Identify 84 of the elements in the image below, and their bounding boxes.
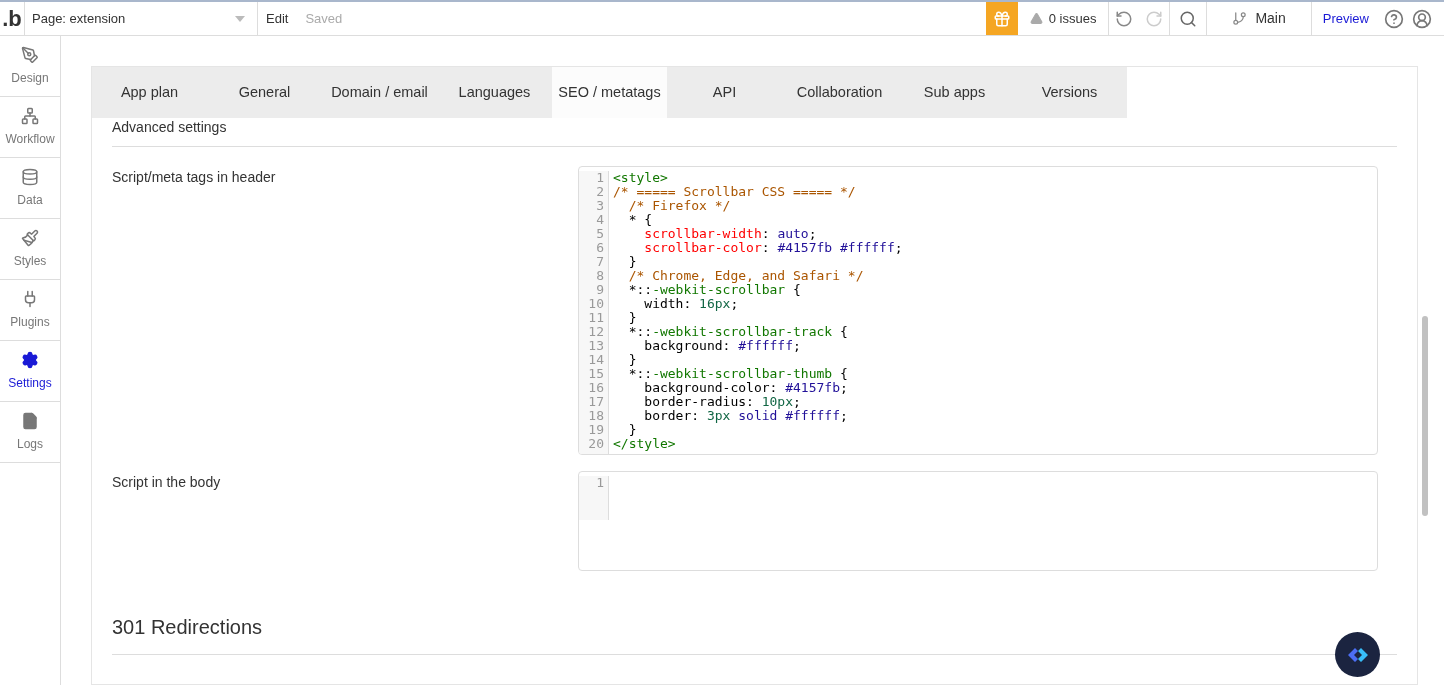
undo-icon bbox=[1115, 9, 1134, 28]
line-number: 9 bbox=[595, 283, 605, 297]
app-logo[interactable]: .b bbox=[0, 2, 24, 35]
line-number: 18 bbox=[587, 409, 605, 423]
code-line: border-radius: 10px; bbox=[643, 394, 801, 409]
preview-link[interactable]: Preview bbox=[1311, 8, 1380, 29]
code-editor[interactable] bbox=[578, 166, 1378, 455]
line-number: 15 bbox=[587, 367, 605, 381]
code-line: *::-webkit-scrollbar-thumb { bbox=[627, 366, 848, 381]
issues-button[interactable]: 0 issues bbox=[1017, 2, 1110, 35]
line-number: 10 bbox=[587, 297, 605, 311]
help-icon bbox=[1384, 8, 1404, 29]
line-number: 7 bbox=[595, 255, 605, 269]
hierarchy-icon bbox=[21, 106, 39, 125]
branch-icon bbox=[1232, 11, 1248, 26]
code-line: *::-webkit-scrollbar-track { bbox=[627, 324, 848, 339]
gift-icon bbox=[992, 9, 1011, 28]
chat-button[interactable] bbox=[1335, 632, 1380, 677]
line-number: 5 bbox=[595, 227, 605, 241]
sidebar-item[interactable]: Data bbox=[0, 158, 60, 219]
avatar-icon bbox=[1412, 8, 1432, 29]
code-line: /* Firefox */ bbox=[627, 198, 731, 213]
line-number: 16 bbox=[587, 381, 605, 395]
code-line: *::-webkit-scrollbar { bbox=[627, 282, 801, 297]
sidebar-item[interactable]: Design bbox=[0, 36, 60, 97]
field-label: Script/meta tags in header bbox=[112, 168, 277, 187]
line-number: 13 bbox=[587, 339, 605, 353]
line-number: 1 bbox=[595, 171, 605, 185]
line-number: 8 bbox=[595, 269, 605, 283]
sidebar-item[interactable]: Workflow bbox=[0, 97, 60, 158]
line-number: 12 bbox=[587, 325, 605, 339]
tab[interactable]: Versions bbox=[1012, 67, 1127, 118]
sidebar-item[interactable]: Styles bbox=[0, 219, 60, 280]
search-icon bbox=[1179, 9, 1198, 28]
section-title: Advanced settings bbox=[112, 118, 228, 137]
line-number: 11 bbox=[587, 311, 605, 325]
redo-icon bbox=[1145, 9, 1164, 28]
code-line: </style> bbox=[613, 436, 676, 451]
code-line: } bbox=[627, 254, 637, 269]
edit-menu[interactable]: Edit bbox=[265, 8, 290, 29]
sidebar-item[interactable]: Settings bbox=[0, 341, 60, 402]
section-heading: 301 Redirections bbox=[112, 615, 264, 640]
warning-icon bbox=[1029, 12, 1043, 25]
tab[interactable]: Domain / email bbox=[322, 67, 437, 118]
tab[interactable]: General bbox=[207, 67, 322, 118]
code-line: } bbox=[627, 352, 637, 367]
save-status: Saved bbox=[305, 9, 343, 28]
line-number: 17 bbox=[587, 395, 605, 409]
sidebar-item[interactable]: Plugins bbox=[0, 280, 60, 341]
code-line: /* ===== Scrollbar CSS ===== */ bbox=[613, 184, 856, 199]
code-line: } bbox=[627, 422, 637, 437]
page-select[interactable]: Page: extension bbox=[24, 2, 258, 35]
line-number: 4 bbox=[595, 213, 605, 227]
code-line: * { bbox=[627, 212, 653, 227]
code-line: scrollbar-color: #4157fb #ffffff; bbox=[643, 240, 903, 255]
brush-icon bbox=[21, 228, 39, 247]
tab[interactable]: App plan bbox=[92, 67, 207, 118]
code-line: border: 3px solid #ffffff; bbox=[643, 408, 848, 423]
line-number: 6 bbox=[595, 241, 605, 255]
code-line: background: #ffffff; bbox=[643, 338, 801, 353]
tab[interactable]: Sub apps bbox=[897, 67, 1012, 118]
field-label: Script in the body bbox=[112, 473, 222, 492]
line-number: 14 bbox=[587, 353, 605, 367]
caret-icon bbox=[235, 15, 245, 22]
code-line: /* Chrome, Edge, and Safari */ bbox=[627, 268, 864, 283]
document-icon bbox=[21, 411, 39, 430]
line-number: 19 bbox=[587, 423, 605, 437]
settings-icon bbox=[21, 350, 39, 369]
line-number: 2 bbox=[595, 185, 605, 199]
code-line: width: 16px; bbox=[643, 296, 739, 311]
line-number: 3 bbox=[595, 199, 605, 213]
database-icon bbox=[21, 167, 39, 186]
tab[interactable]: API bbox=[667, 67, 782, 118]
code-line: <style> bbox=[613, 170, 668, 185]
code-line: } bbox=[627, 310, 637, 325]
pen-ruler-icon bbox=[21, 45, 39, 64]
code-line: scrollbar-width: auto; bbox=[643, 226, 817, 241]
code-line: background-color: #4157fb; bbox=[643, 380, 848, 395]
line-number: 1 bbox=[595, 476, 605, 490]
tab[interactable]: Languages bbox=[437, 67, 552, 118]
branch-button[interactable]: Main bbox=[1207, 2, 1312, 35]
sidebar-item[interactable]: Logs bbox=[0, 402, 60, 463]
tab[interactable]: Collaboration bbox=[782, 67, 897, 118]
line-number: 20 bbox=[587, 437, 605, 451]
